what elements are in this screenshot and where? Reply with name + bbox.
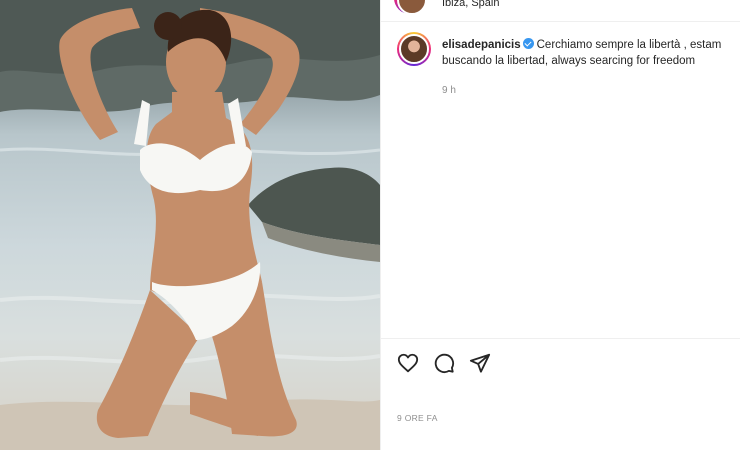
header-avatar[interactable] [394,0,427,15]
action-buttons [397,352,491,374]
heart-icon [397,353,419,373]
caption-avatar[interactable] [397,32,431,66]
caption-timestamp[interactable]: 9 h [442,85,456,96]
like-button[interactable] [397,352,419,374]
caption-username[interactable]: elisadepanicis [442,39,521,51]
post-photo[interactable] [0,0,380,450]
post-location[interactable]: Ibiza, Spain [442,0,499,9]
caption-line-2: buscando la libertad, always searcing fo… [442,55,696,67]
post-date[interactable]: 9 ORE FA [397,413,438,423]
caption-text: elisadepanicis Cerchiamo sempre la libert… [442,37,737,69]
comment-icon [434,353,455,374]
share-button[interactable] [469,352,491,374]
post-details-panel: Ibiza, Spain elisadepanicis Cerchiamo sem… [380,0,740,450]
caption-line-1: Cerchiamo sempre la libertà , estam [536,39,722,51]
actions-bar: 9 ORE FA [381,338,740,450]
post-header: Ibiza, Spain [381,0,740,22]
share-icon [469,353,491,373]
post-image [0,0,380,450]
comment-button[interactable] [433,352,455,374]
verified-badge-icon [522,38,534,49]
